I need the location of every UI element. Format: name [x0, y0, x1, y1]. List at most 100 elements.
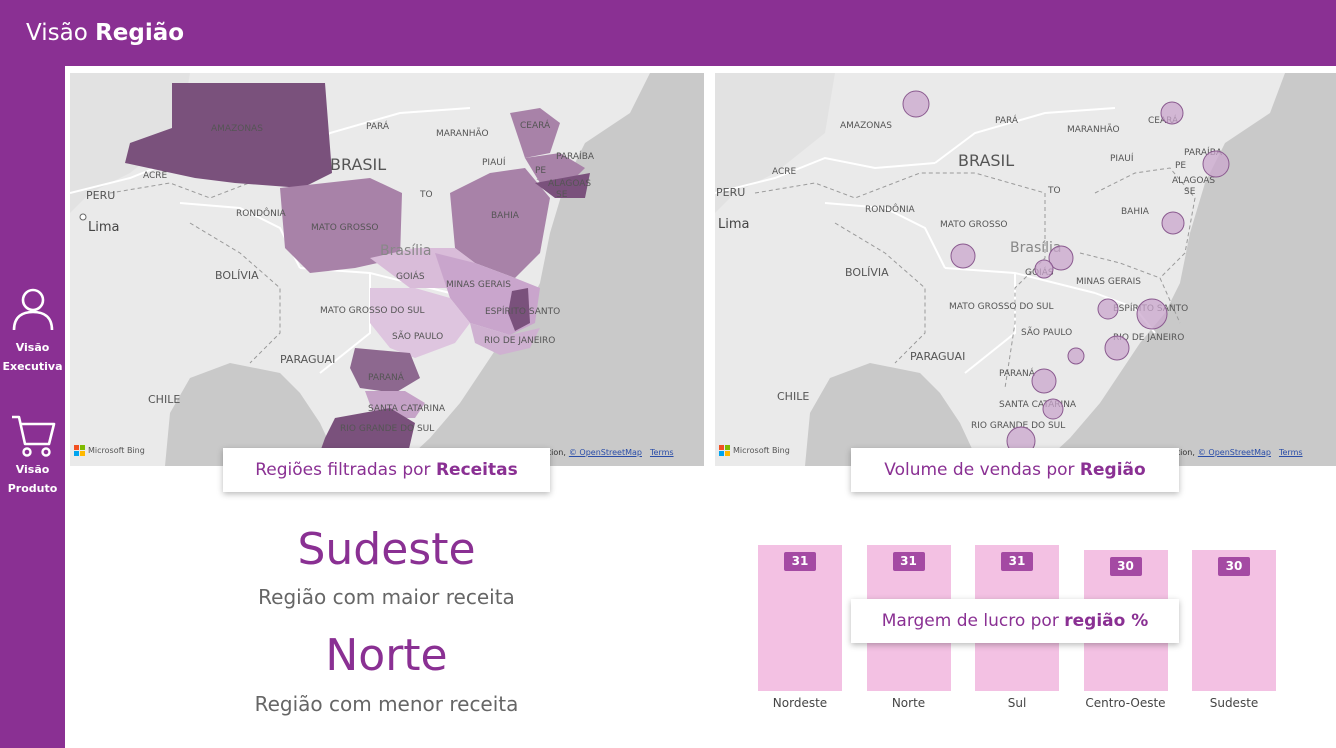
- map2-label-bahia: BAHIA: [1121, 207, 1150, 217]
- bubble-espirito-santo-a[interactable]: [1097, 298, 1119, 320]
- bar-category-label: Centro-Oeste: [1085, 696, 1166, 710]
- map1-label-piaui: PIAUÍ: [482, 156, 506, 168]
- nav-visao-executiva-line1: Visão: [15, 341, 50, 354]
- map2-caption-prefix: Volume de vendas por: [884, 460, 1075, 480]
- map2-label-santa-catarina: SANTA CATARINA: [999, 400, 1077, 410]
- bubble-parana[interactable]: [1031, 368, 1057, 394]
- bubble-santa-catarina[interactable]: [1042, 398, 1064, 420]
- bing-logo: Microsoft Bing: [719, 445, 790, 456]
- bing-label: Microsoft Bing: [733, 446, 790, 455]
- map1-label-chile: CHILE: [148, 393, 180, 406]
- map2-caption: Volume de vendas por Região: [851, 448, 1179, 492]
- map2-label-maranhao: MARANHÃO: [1067, 124, 1120, 135]
- map2-label-paraguai: PARAGUAI: [910, 350, 965, 363]
- map2-label-bolivia: BOLÍVIA: [845, 266, 889, 279]
- kpi-max-region-label: Região com maior receita: [258, 585, 515, 609]
- bubble-rio-de-janeiro[interactable]: [1104, 335, 1130, 361]
- map1-caption: Regiões filtradas por Receitas: [223, 448, 550, 492]
- kpi-min-region-label: Região com menor receita: [254, 692, 519, 716]
- bubble-espirito-santo[interactable]: [1136, 298, 1168, 330]
- map2-label-mato-grosso-do-sul: MATO GROSSO DO SUL: [949, 302, 1054, 312]
- map2-label-minas-gerais: MINAS GERAIS: [1076, 277, 1141, 287]
- map2-label-brasil: BRASIL: [958, 151, 1014, 170]
- map1-label-ceara: CEARÁ: [520, 119, 551, 131]
- nav-visao-executiva-line2: Executiva: [2, 360, 63, 373]
- map1-label-mato-grosso-do-sul: MATO GROSSO DO SUL: [320, 306, 425, 316]
- map2-osm-link[interactable]: © OpenStreetMap: [1198, 448, 1271, 457]
- map1-label-rondonia: RONDÔNIA: [236, 207, 286, 219]
- nav-visao-executiva[interactable]: Visão Executiva: [0, 286, 65, 376]
- nav-visao-produto-line1: Visão: [15, 463, 50, 476]
- bar-value-label: 30: [1109, 556, 1142, 576]
- map1-label-parana: PARANÁ: [368, 371, 405, 383]
- map1-label-bolivia: BOLÍVIA: [215, 269, 259, 282]
- nav-visao-produto-line2: Produto: [7, 482, 58, 495]
- map1-label-minas-gerais: MINAS GERAIS: [446, 280, 511, 290]
- map1-terms-link[interactable]: Terms: [650, 448, 674, 457]
- map2-label-piaui: PIAUÍ: [1110, 152, 1134, 164]
- bing-label: Microsoft Bing: [88, 446, 145, 455]
- map-receitas-svg: AMAZONAS PARÁ MARANHÃO CEARÁ PARAÍBA PIA…: [70, 73, 704, 466]
- sidebar: Visão Executiva Visão Produto: [0, 66, 65, 748]
- bar-category-label: Sudeste: [1209, 696, 1259, 710]
- bubble-amazonas[interactable]: [902, 90, 930, 118]
- map1-label-se: SE: [556, 190, 568, 200]
- bubble-ceara[interactable]: [1160, 101, 1184, 125]
- map1-label-sao-paulo: SÃO PAULO: [392, 331, 443, 342]
- map1-caption-prefix: Regiões filtradas por: [255, 460, 431, 480]
- bar-value-label: 31: [1001, 552, 1033, 571]
- page-title-prefix: Visão: [26, 20, 88, 46]
- map1-label-brasilia: Brasília: [380, 243, 431, 259]
- person-icon: [12, 288, 53, 331]
- map-volume-vendas[interactable]: AMAZONAS PARÁ MARANHÃO CEARÁ PARAÍBA PIA…: [715, 73, 1336, 466]
- map2-attribution: tion, © OpenStreetMap Terms: [1177, 448, 1303, 457]
- map1-label-goias: GOIÁS: [396, 270, 425, 282]
- map1-label-para: PARÁ: [366, 120, 390, 132]
- map1-label-maranhao: MARANHÃO: [436, 128, 489, 139]
- map2-terms-link[interactable]: Terms: [1279, 448, 1303, 457]
- map1-label-mato-grosso: MATO GROSSO: [311, 223, 379, 233]
- map1-osm-link[interactable]: © OpenStreetMap: [569, 448, 642, 457]
- bubble-bahia[interactable]: [1161, 211, 1185, 235]
- map-receitas[interactable]: AMAZONAS PARÁ MARANHÃO CEARÁ PARAÍBA PIA…: [70, 73, 704, 466]
- map2-label-to: TO: [1047, 186, 1061, 196]
- map1-label-acre: ACRE: [143, 171, 168, 181]
- bubble-paraiba[interactable]: [1202, 150, 1230, 178]
- map2-label-acre: ACRE: [772, 167, 797, 177]
- page-title: Visão Região: [26, 19, 184, 47]
- microsoft-logo-icon: [719, 445, 730, 456]
- bubble-mato-grosso[interactable]: [950, 243, 976, 269]
- bubble-goias[interactable]: [1034, 259, 1054, 279]
- kpi-min-region-value: Norte: [325, 630, 448, 681]
- map1-label-rio-grande-do-sul: RIO GRANDE DO SUL: [340, 424, 434, 434]
- map2-label-rondonia: RONDÔNIA: [865, 203, 915, 215]
- bubble-sao-paulo[interactable]: [1067, 347, 1085, 365]
- map1-label-espirito-santo: ESPÍRITO SANTO: [485, 305, 560, 317]
- map1-label-lima: Lima: [88, 220, 119, 235]
- map2-label-chile: CHILE: [777, 390, 809, 403]
- nav-visao-produto[interactable]: Visão Produto: [0, 412, 65, 498]
- kpi-max-region-value: Sudeste: [297, 524, 476, 575]
- map1-caption-bold: Receitas: [435, 460, 518, 480]
- map2-label-alagoas: ALAGOAS: [1172, 176, 1215, 186]
- map1-attribution: tion, © OpenStreetMap Terms: [548, 448, 674, 457]
- map1-attribution-text: tion,: [548, 448, 566, 457]
- map2-label-se: SE: [1184, 187, 1196, 197]
- map1-label-to: TO: [419, 190, 433, 200]
- bing-logo: Microsoft Bing: [74, 445, 145, 456]
- map2-label-sao-paulo: SÃO PAULO: [1021, 327, 1072, 338]
- microsoft-logo-icon: [74, 445, 85, 456]
- bar-chart-caption: Margem de lucro por região %: [851, 599, 1179, 643]
- map2-attribution-text: tion,: [1177, 448, 1195, 457]
- map-volume-vendas-svg: AMAZONAS PARÁ MARANHÃO CEARÁ PARAÍBA PIA…: [715, 73, 1336, 466]
- bar-value-label: 31: [784, 552, 816, 571]
- map2-label-mato-grosso: MATO GROSSO: [940, 220, 1008, 230]
- app-header: Visão Região: [0, 0, 1336, 66]
- bar-category-label: Nordeste: [772, 696, 828, 710]
- map2-label-peru: PERU: [716, 186, 745, 199]
- map1-label-paraiba: PARAÍBA: [556, 150, 595, 162]
- map1-label-bahia: BAHIA: [491, 211, 520, 221]
- map1-label-peru: PERU: [86, 189, 115, 202]
- map1-label-santa-catarina: SANTA CATARINA: [368, 404, 446, 414]
- map2-label-amazonas: AMAZONAS: [840, 121, 892, 131]
